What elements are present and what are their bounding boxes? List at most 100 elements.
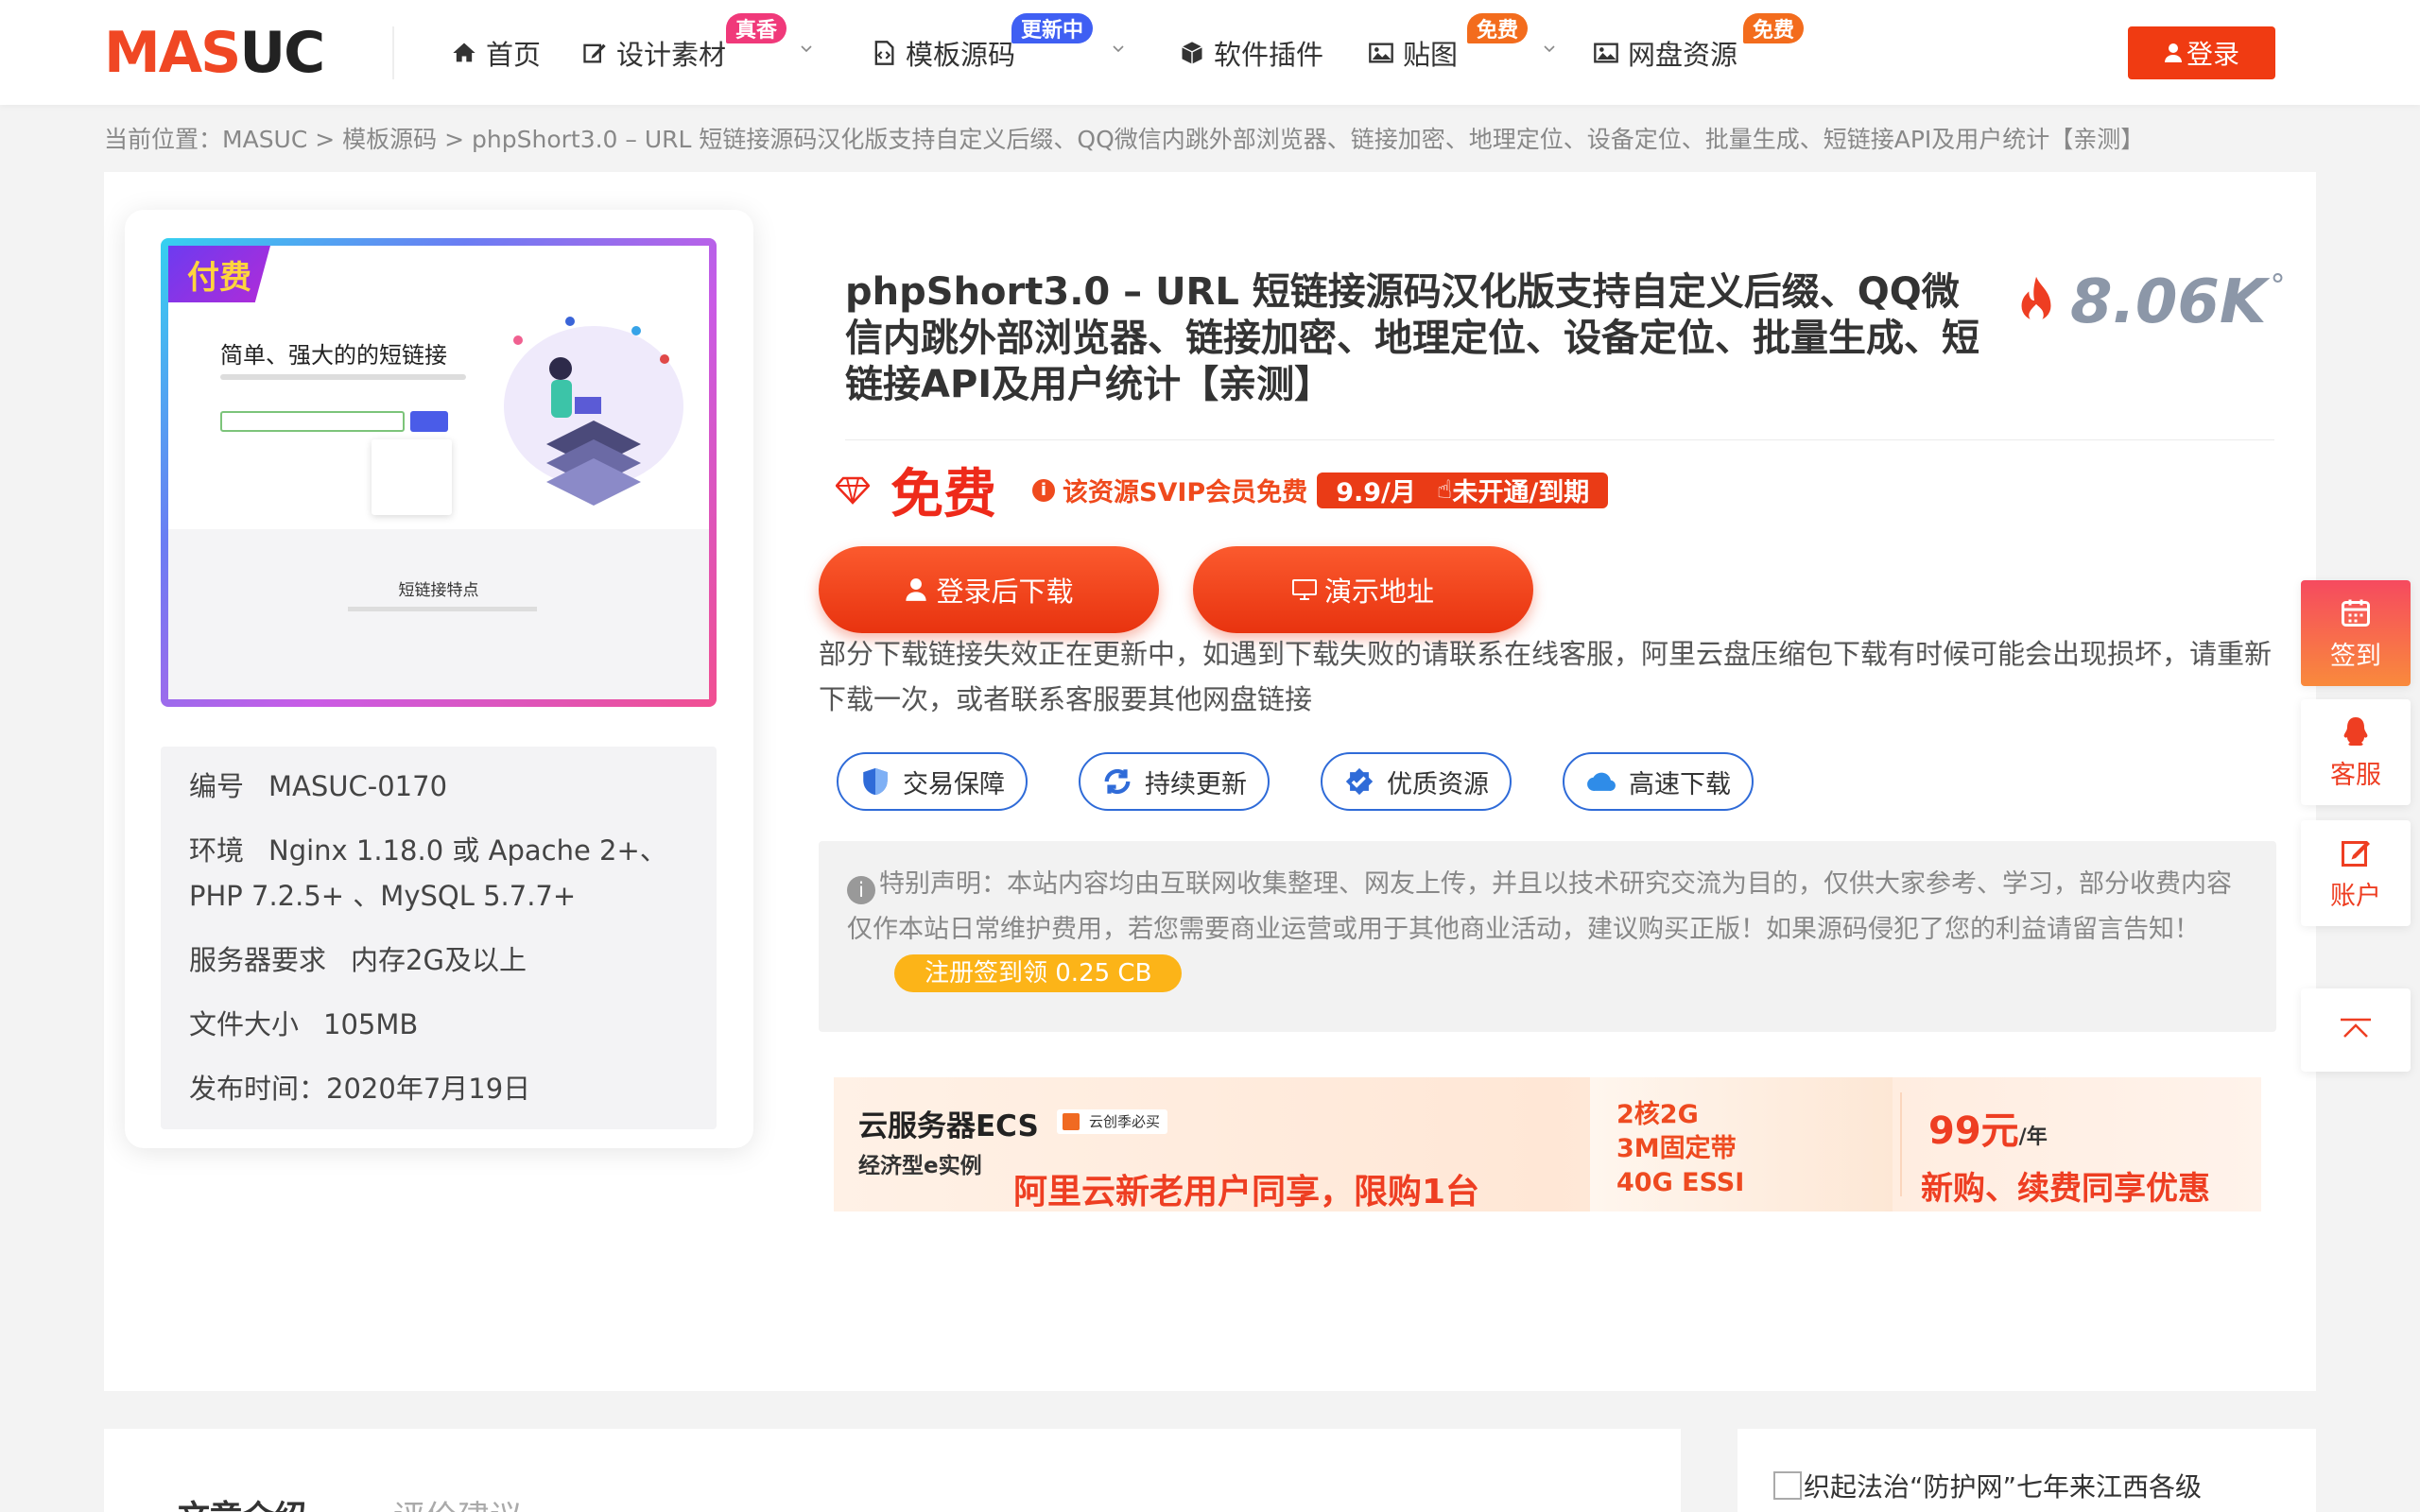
svip-button[interactable]: 9.9/月 ☝ 未开通/到期	[1317, 472, 1609, 508]
svip-note-text: 该资源SVIP会员免费	[1063, 478, 1308, 507]
feature-label: 持续更新	[1145, 769, 1247, 799]
nav-templates-badge: 更新中	[1011, 13, 1094, 43]
nav-plugins[interactable]: 软件插件	[1178, 30, 1323, 76]
nav-stickers-badge: 免费	[1467, 13, 1529, 43]
ad-specs: 2核2G 3M固定带 40G ESSI	[1616, 1098, 1744, 1200]
breadcrumb-sep: >	[437, 126, 473, 153]
svip-price: 9.9/月	[1336, 478, 1416, 507]
login-label: 登录	[2186, 39, 2239, 70]
thumbnail-inner: 付费 简单、强大的的短链接 短链接特点	[168, 246, 709, 699]
spec-server: 服务器要求 内存2G及以上	[189, 937, 688, 983]
image-icon	[1367, 39, 1395, 67]
spec-key: 环境	[189, 834, 245, 867]
breadcrumb-category[interactable]: 模板源码	[342, 126, 437, 153]
copyright-declaration: i 特别声明：本站内容均由互联网收集整理、网友上传，并且以技术研究交流为目的，仅供…	[819, 841, 2276, 1032]
site-logo[interactable]: MASUC	[104, 25, 325, 81]
svip-note: i 该资源SVIP会员免费	[1032, 472, 1307, 508]
spec-value: 内存2G及以上	[351, 944, 527, 976]
nav-templates-label: 模板源码	[906, 39, 1016, 71]
demo-label: 演示地址	[1323, 576, 1434, 608]
login-button[interactable]: 登录	[2128, 26, 2275, 79]
breadcrumb-current: phpShort3.0 – URL 短链接源码汉化版支持自定义后缀、QQ微信内跳…	[472, 126, 2145, 153]
feature-quality: 优质资源	[1321, 752, 1512, 811]
feature-fast-download: 高速下载	[1563, 752, 1754, 811]
thumbnail-url-input	[220, 411, 405, 432]
spec-key: 服务器要求	[189, 944, 327, 976]
ad-spec-2: 3M固定带	[1616, 1134, 1737, 1163]
breadcrumb-home[interactable]: MASUC	[222, 126, 307, 153]
refresh-icon	[1104, 769, 1131, 794]
logo-main: MAS	[104, 20, 241, 86]
checkin-button[interactable]: 签到	[2301, 580, 2411, 686]
nav-stickers[interactable]: 贴图	[1367, 30, 1458, 76]
chevron-down-icon[interactable]	[1112, 42, 1125, 55]
nav-templates[interactable]: 模板源码	[870, 30, 1015, 76]
fire-icon	[2021, 276, 2051, 323]
signup-cb-button[interactable]: 注册签到领 0.25 CB	[894, 954, 1183, 992]
post-title: phpShort3.0 – URL 短链接源码汉化版支持自定义后缀、QQ微信内跳…	[845, 270, 1979, 406]
customer-service-button[interactable]: 客服	[2301, 699, 2411, 805]
thumbs-up-icon: ☝	[1436, 475, 1453, 505]
ad-slogan: 阿里云新老用户同享，限购1台	[1013, 1173, 1480, 1211]
broken-image-icon	[1773, 1471, 1802, 1500]
demo-button[interactable]: 演示地址	[1193, 546, 1533, 633]
product-thumbnail[interactable]: 付费 简单、强大的的短链接 短链接特点	[161, 238, 717, 707]
nav-design-label: 设计素材	[616, 39, 727, 71]
home-icon	[450, 39, 478, 67]
chevron-down-icon[interactable]	[1543, 42, 1556, 55]
spec-value: 2020年7月19日	[326, 1073, 531, 1105]
thumbnail-section-sub	[348, 607, 537, 611]
view-count-value: 8.06K	[2070, 267, 2267, 337]
feature-trade-guarantee: 交易保障	[837, 752, 1028, 811]
nav-netdisk-badge: 免费	[1743, 13, 1805, 43]
spec-key: 发布时间：	[189, 1073, 327, 1105]
ad-spec-3: 40G ESSI	[1616, 1168, 1745, 1197]
service-label: 客服	[2330, 760, 2381, 790]
edit-icon	[580, 39, 609, 67]
spec-date: 发布时间：2020年7月19日	[189, 1066, 688, 1111]
news-item[interactable]: 织起法治“防护网”七年来江西各级	[1773, 1467, 2202, 1504]
account-label: 账户	[2330, 881, 2381, 911]
declaration-text: 特别声明：本站内容均由互联网收集整理、网友上传，并且以技术研究交流为目的，仅供大…	[847, 869, 2232, 944]
spec-box: 编号 MASUC-0170 环境 Nginx 1.18.0 或 Apache 2+、…	[161, 747, 717, 1129]
nav-netdisk[interactable]: 网盘资源	[1592, 30, 1737, 76]
spec-env: 环境 Nginx 1.18.0 或 Apache 2+、PHP 7.2.5+ 、M…	[189, 828, 688, 919]
image-icon	[1592, 39, 1620, 67]
info-icon: i	[1032, 478, 1055, 502]
account-button[interactable]: 账户	[2301, 820, 2411, 926]
download-button[interactable]: 登录后下载	[819, 546, 1159, 633]
download-label: 登录后下载	[936, 576, 1074, 608]
view-count-deg: °	[2270, 267, 2286, 303]
price-row: 免费 i 该资源SVIP会员免费 9.9/月 ☝ 未开通/到期	[836, 452, 1609, 528]
spec-key: 文件大小	[189, 1008, 300, 1040]
nav-home[interactable]: 首页	[450, 30, 541, 76]
breadcrumb-prefix: 当前位置：	[104, 126, 223, 153]
spec-value: MASUC-0170	[268, 770, 448, 802]
calendar-icon	[2342, 599, 2370, 627]
breadcrumb: 当前位置：MASUC > 模板源码 > phpShort3.0 – URL 短链…	[104, 121, 2144, 155]
nav-stickers-label: 贴图	[1403, 39, 1459, 71]
nav-design[interactable]: 设计素材	[580, 30, 726, 76]
checkin-label: 签到	[2330, 641, 2381, 671]
cloud-icon	[1587, 772, 1616, 791]
aliyun-ad-banner[interactable]: 云服务器ECS 云创季必买 经济型e实例 阿里云新老用户同享，限购1台 2核2G…	[834, 1077, 2261, 1211]
tab-article-intro[interactable]: 文章介绍	[178, 1491, 306, 1512]
diamond-icon	[836, 476, 870, 505]
back-to-top-button[interactable]	[2301, 988, 2411, 1072]
sidebar-news-card: 织起法治“防护网”七年来江西各级	[1737, 1429, 2316, 1512]
spec-value: Nginx 1.18.0 或 Apache 2+、PHP 7.2.5+ 、MyS…	[189, 834, 667, 912]
spec-value: 105MB	[323, 1008, 419, 1040]
chevron-down-icon[interactable]	[800, 42, 813, 55]
feature-label: 高速下载	[1629, 769, 1731, 799]
title-divider	[845, 439, 2274, 440]
thumbnail-section-title: 短链接特点	[398, 581, 479, 600]
ad-price-value: 99元	[1928, 1109, 2019, 1153]
nav-netdisk-label: 网盘资源	[1628, 39, 1738, 71]
tab-reviews[interactable]: 评价建议	[393, 1491, 522, 1512]
badge-check-icon	[1345, 767, 1374, 796]
feature-label: 优质资源	[1387, 769, 1489, 799]
ad-price: 99元/年	[1928, 1100, 2048, 1155]
monitor-icon	[1291, 579, 1317, 600]
qq-icon	[2343, 716, 2368, 746]
ad-divider	[1900, 1092, 1902, 1196]
